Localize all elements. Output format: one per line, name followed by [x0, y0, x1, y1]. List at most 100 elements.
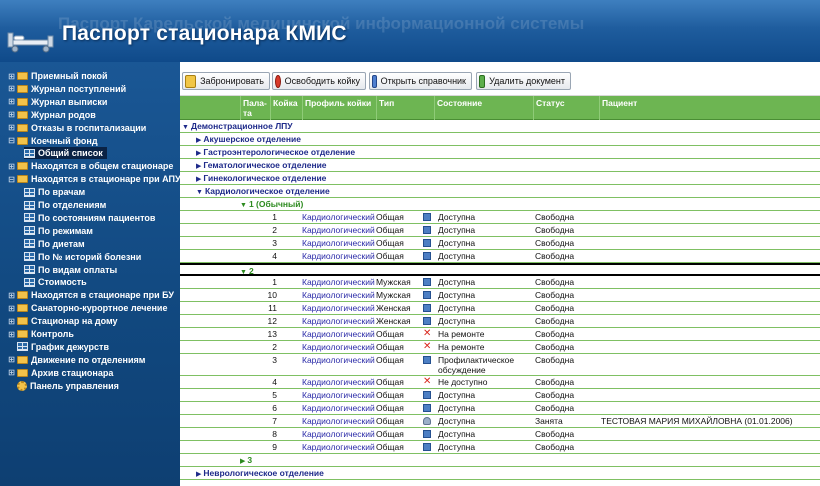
table-row[interactable]: 10 Кардиологический Мужская Доступна Свободн… — [180, 289, 820, 302]
table-row[interactable]: 3 Кардиологический Общая Профилактическое о… — [180, 354, 820, 376]
expand-icon[interactable]: ⊞ — [7, 123, 16, 132]
sidebar-item-6[interactable]: Общий список — [24, 147, 107, 160]
sidebar-item-5[interactable]: ⊟ Коечный фонд — [7, 135, 97, 147]
sidebar-item-20[interactable]: ⊞ Контроль — [7, 328, 74, 340]
caret-down-icon[interactable]: ▼ — [196, 189, 203, 196]
expand-icon[interactable]: ⊞ — [7, 355, 16, 364]
table-row[interactable]: 9 Кардиологический Общая Доступна Свободна — [180, 441, 820, 454]
caret-down-icon[interactable]: ▼ — [240, 202, 247, 209]
col-patient[interactable]: Пациент — [599, 96, 820, 120]
collapse-icon[interactable]: ⊟ — [7, 175, 16, 184]
caret-right-icon[interactable]: ▶ — [196, 471, 201, 478]
sidebar-item-16[interactable]: Стоимость — [24, 276, 87, 288]
bed-profile-link[interactable]: Кардиологический — [302, 377, 376, 387]
table-row[interactable]: 3 Кардиологический Общая Доступна Свободна — [180, 237, 820, 250]
group-dept[interactable]: ▶ Гематологическое отделение — [180, 159, 820, 172]
expand-icon[interactable]: ⊞ — [7, 110, 16, 119]
table-row[interactable]: 11 Кардиологический Женская Доступна Свободн… — [180, 302, 820, 315]
sidebar-item-10[interactable]: По отделениям — [24, 199, 106, 211]
sidebar-item-24[interactable]: Панель управления — [7, 380, 119, 392]
table-row[interactable]: 1 Кардиологический Мужская Доступна Свободна — [180, 276, 820, 289]
group-dept[interactable]: ▼ Кардиологическое отделение — [180, 185, 820, 198]
sidebar-item-18[interactable]: ⊞ Санаторно-курортное лечение — [7, 302, 167, 314]
bed-profile-link[interactable]: Кардиологический — [302, 212, 376, 222]
expand-icon[interactable]: ⊞ — [7, 330, 16, 339]
group-dept[interactable]: ▶ Гастроэнтерологическое отделение — [180, 146, 820, 159]
bed-profile-link[interactable]: Кардиологический — [302, 225, 376, 235]
sidebar-item-0[interactable]: ⊞ Приемный покой — [7, 70, 107, 82]
caret-down-icon[interactable]: ▼ — [182, 124, 189, 131]
sidebar-item-1[interactable]: ⊞ Журнал поступлений — [7, 83, 126, 95]
delete-document-button[interactable]: Удалить документ — [476, 72, 571, 90]
group-ward[interactable]: ▶ 3 — [180, 454, 820, 467]
bed-profile-link[interactable]: Кардиологический — [302, 290, 376, 300]
col-type[interactable]: Тип — [376, 96, 434, 120]
caret-right-icon[interactable]: ▶ — [196, 176, 201, 183]
col-ward[interactable]: Пала-та — [240, 96, 270, 120]
sidebar-item-4[interactable]: ⊞ Отказы в госпитализации — [7, 122, 146, 134]
sidebar-item-7[interactable]: ⊞ Находятся в общем стационаре — [7, 160, 173, 172]
group-dept[interactable]: ▶ Гинекологическое отделение — [180, 172, 820, 185]
sidebar-item-11[interactable]: По состояниям пациентов — [24, 212, 155, 224]
table-row[interactable]: 2 Кардиологический Общая ✕ На ремонте Свободн… — [180, 341, 820, 354]
bed-profile-link[interactable]: Кардиологический — [302, 329, 376, 339]
table-row[interactable]: 4 Кардиологический Общая ✕ Не доступно Свобод… — [180, 376, 820, 389]
expand-icon[interactable]: ⊞ — [7, 72, 16, 81]
table-row[interactable]: 2 Кардиологический Общая Доступна Свободна — [180, 224, 820, 237]
col-profile[interactable]: Профиль койки — [302, 96, 376, 120]
expand-icon[interactable]: ⊞ — [7, 317, 16, 326]
col-status[interactable]: Статус — [533, 96, 599, 120]
expand-icon[interactable]: ⊞ — [7, 368, 16, 377]
sidebar-item-21[interactable]: График дежурств — [7, 341, 109, 353]
sidebar-item-12[interactable]: По режимам — [24, 225, 93, 237]
table-row[interactable]: 7 Кардиологический Общая Доступна Занята ТЕСТ… — [180, 415, 820, 428]
group-dept[interactable]: ▶ Неврологическое отделение — [180, 467, 820, 480]
expand-icon[interactable]: ⊞ — [7, 84, 16, 93]
sidebar-item-3[interactable]: ⊞ Журнал родов — [7, 109, 96, 121]
table-row[interactable]: 6 Кардиологический Общая Доступна Свободна — [180, 402, 820, 415]
sidebar-item-14[interactable]: По № историй болезни — [24, 251, 141, 263]
col-bed[interactable]: Койка — [270, 96, 302, 120]
collapse-icon[interactable]: ⊟ — [7, 136, 16, 145]
table-row[interactable]: 13 Кардиологический Общая ✕ На ремонте Свобод… — [180, 328, 820, 341]
caret-right-icon[interactable]: ▶ — [196, 137, 201, 144]
bed-profile-link[interactable]: Кардиологический — [302, 277, 376, 287]
table-row[interactable]: 12 Кардиологический Женская Доступна Свободн… — [180, 315, 820, 328]
bed-profile-link[interactable]: Кардиологический — [302, 355, 376, 365]
bed-profile-link[interactable]: Кардиологический — [302, 390, 376, 400]
caret-right-icon[interactable]: ▶ — [196, 163, 201, 170]
reserve-button[interactable]: Забронировать — [182, 72, 270, 90]
sidebar-item-13[interactable]: По диетам — [24, 238, 85, 250]
sidebar-item-15[interactable]: По видам оплаты — [24, 264, 117, 276]
sidebar-item-9[interactable]: По врачам — [24, 186, 85, 198]
sidebar-item-23[interactable]: ⊞ Архив стационара — [7, 367, 113, 379]
table-row[interactable]: 4 Кардиологический Общая Доступна Свободна — [180, 250, 820, 263]
col-state[interactable]: Состояние — [434, 96, 533, 120]
sidebar-item-2[interactable]: ⊞ Журнал выписки — [7, 96, 107, 108]
sidebar-item-22[interactable]: ⊞ Движение по отделениям — [7, 354, 145, 366]
expand-icon[interactable]: ⊞ — [7, 162, 16, 171]
expand-icon[interactable]: ⊞ — [7, 291, 16, 300]
sidebar-item-8[interactable]: ⊟ Находятся в стационаре при АПУ — [7, 173, 180, 185]
table-row[interactable]: 5 Кардиологический Общая Доступна Свободна — [180, 389, 820, 402]
expand-icon[interactable]: ⊞ — [7, 304, 16, 313]
caret-right-icon[interactable]: ▶ — [196, 150, 201, 157]
open-reference-button[interactable]: Открыть справочник — [369, 72, 472, 90]
bed-profile-link[interactable]: Кардиологический — [302, 442, 376, 452]
sidebar-item-19[interactable]: ⊞ Стационар на дому — [7, 315, 117, 327]
bed-profile-link[interactable]: Кардиологический — [302, 251, 376, 261]
table-row[interactable]: 8 Кардиологический Общая Доступна Свободна — [180, 428, 820, 441]
release-bed-button[interactable]: Освободить койку — [272, 72, 366, 90]
group-ward[interactable]: ▼ 1 (Обычный) — [180, 198, 820, 211]
bed-profile-link[interactable]: Кардиологический — [302, 416, 376, 426]
bed-profile-link[interactable]: Кардиологический — [302, 303, 376, 313]
group-dept[interactable]: ▶ Акушерское отделение — [180, 133, 820, 146]
table-row[interactable]: 1 Кардиологический Общая Доступна Свободна — [180, 211, 820, 224]
group-ward[interactable]: ▼ 2 — [180, 263, 820, 276]
bed-profile-link[interactable]: Кардиологический — [302, 238, 376, 248]
group-lpu[interactable]: ▼ Демонстрационное ЛПУ — [180, 120, 820, 133]
sidebar-item-17[interactable]: ⊞ Находятся в стационаре при БУ — [7, 289, 174, 301]
caret-down-icon[interactable]: ▼ — [240, 269, 247, 276]
bed-profile-link[interactable]: Кардиологический — [302, 316, 376, 326]
expand-icon[interactable]: ⊞ — [7, 97, 16, 106]
